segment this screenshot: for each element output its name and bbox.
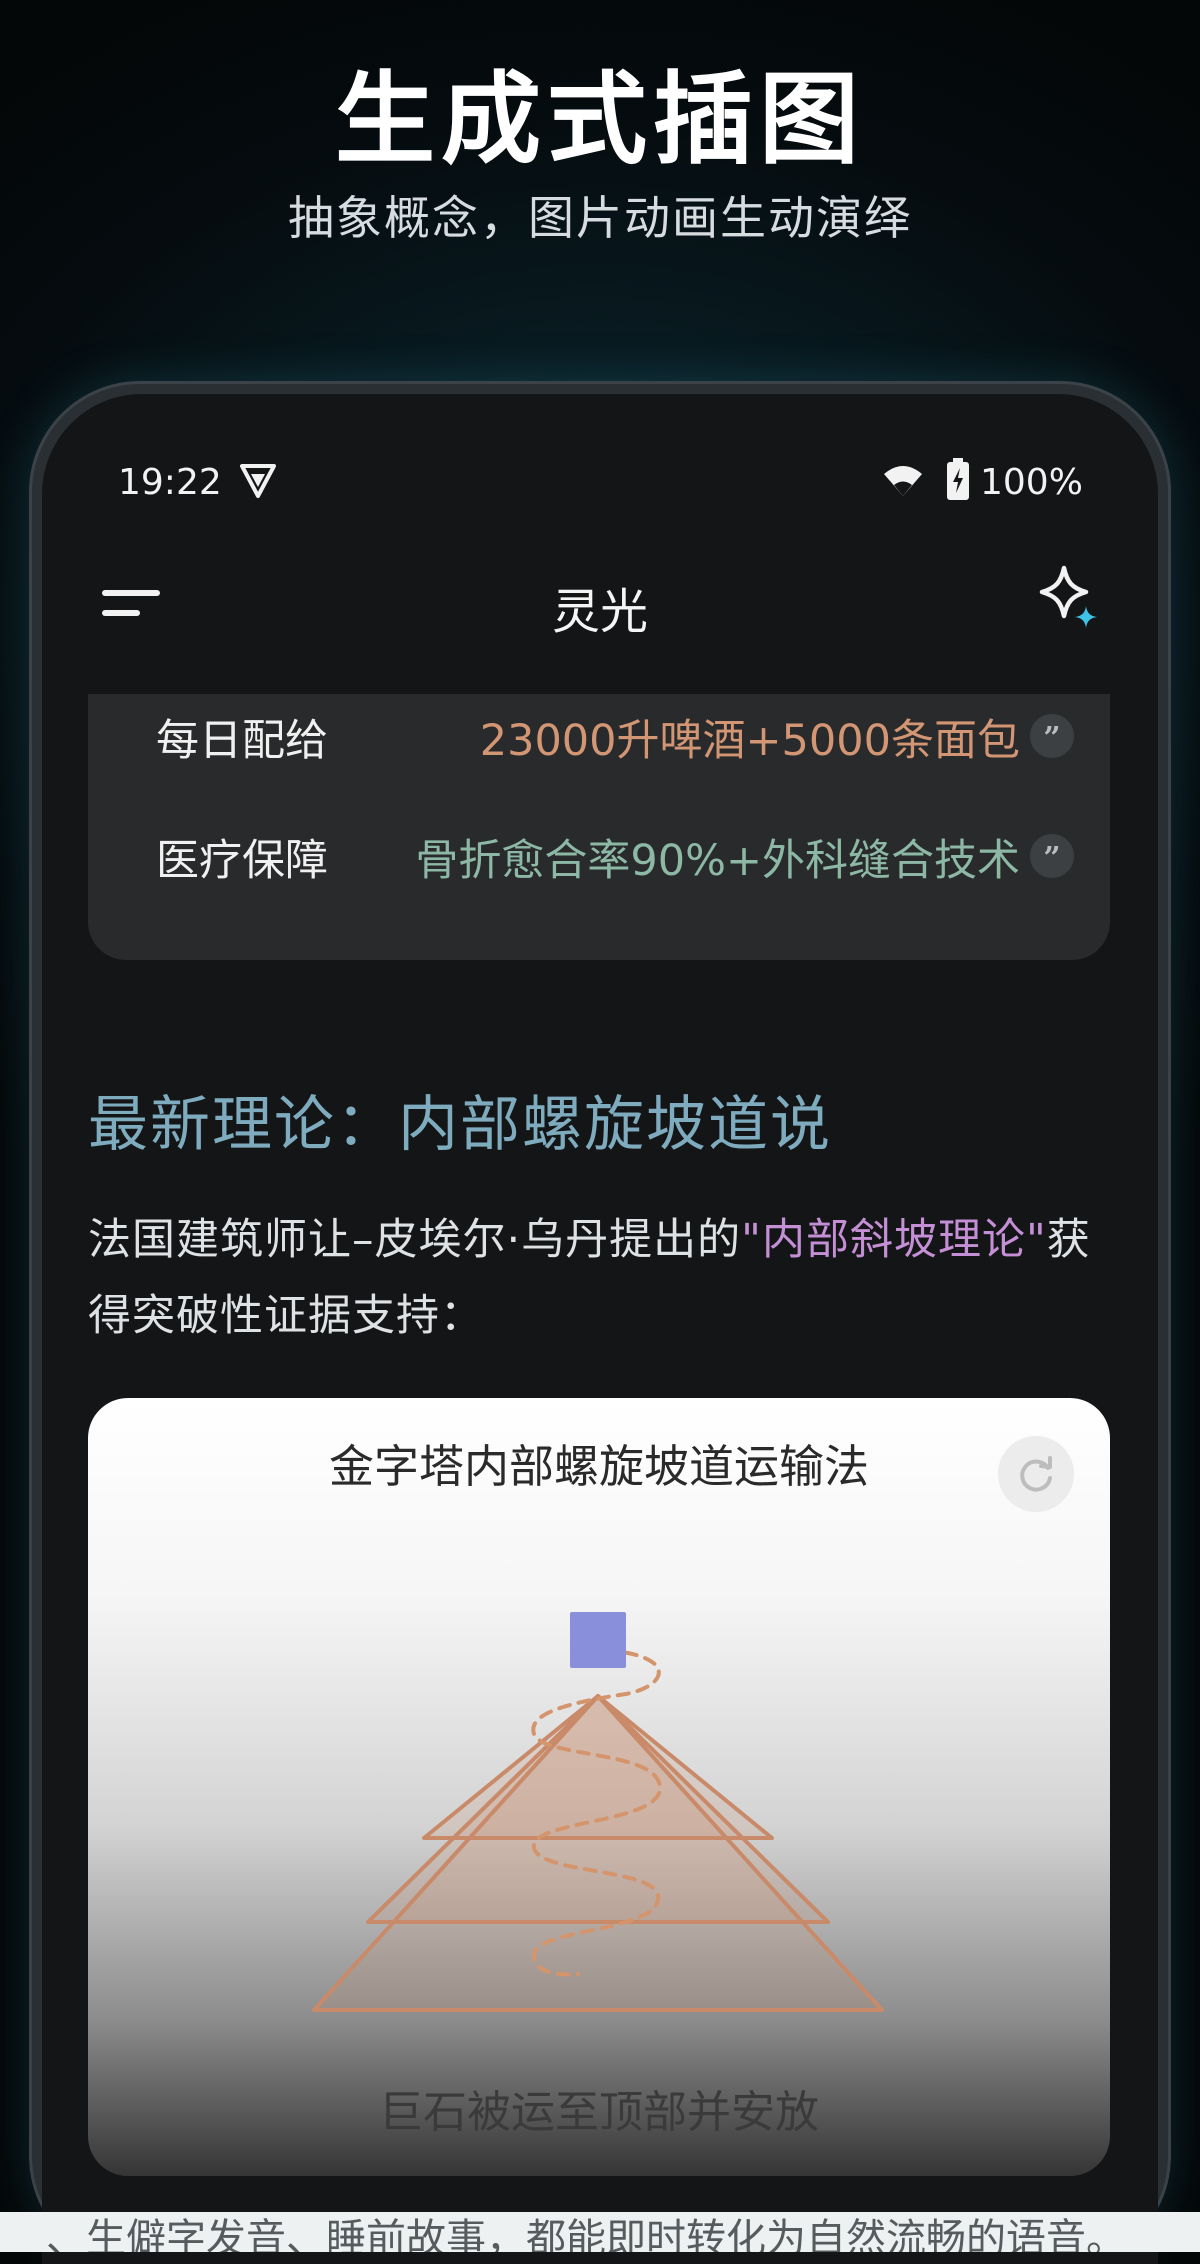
- paragraph-highlight[interactable]: "内部斜坡理论": [741, 1215, 1047, 1265]
- illustration-caption: 巨石被运至顶部并安放: [379, 2087, 819, 2138]
- section-heading: 最新理论：内部螺旋坡道说: [88, 1090, 832, 1160]
- info-label: 每日配给: [156, 716, 328, 766]
- quote-icon[interactable]: ”: [1030, 714, 1074, 758]
- illustration-card: 金字塔内部螺旋坡道运输法 巨石被运至顶部并安放: [88, 1398, 1110, 2176]
- hero-subtitle: 抽象概念，图片动画生动演绎: [288, 191, 912, 245]
- phone-screen: 19:22 100% 灵光 每日配给 23000升啤酒+5000条面包 ” 医疗…: [42, 394, 1158, 2264]
- quote-icon[interactable]: ”: [1030, 834, 1074, 878]
- hero-title: 生成式插图: [335, 61, 865, 178]
- battery-percentage: 100%: [980, 462, 1083, 503]
- info-card: 每日配给 23000升啤酒+5000条面包 ” 医疗保障 骨折愈合率90%+外科…: [88, 694, 1110, 960]
- pyramid-layer-top: [422, 1694, 774, 1840]
- battery-charging-icon: [947, 458, 969, 500]
- info-row: 医疗保障 骨折愈合率90%+外科缝合技术 ”: [88, 816, 1110, 896]
- vpn-shield-icon: [240, 464, 276, 498]
- pyramid-illustration: [312, 1612, 884, 2012]
- paragraph-text: 法国建筑师让–皮埃尔·乌丹提出的: [88, 1215, 742, 1265]
- phone-frame: 19:22 100% 灵光 每日配给 23000升啤酒+5000条面包 ” 医疗…: [32, 384, 1168, 2264]
- info-value: 骨折愈合率90%+外科缝合技术: [415, 836, 1020, 886]
- status-time: 19:22: [118, 462, 222, 503]
- section-paragraph: 法国建筑师让–皮埃尔·乌丹提出的"内部斜坡理论"获得突破性证据支持：: [88, 1202, 1118, 1354]
- info-label: 医疗保障: [156, 836, 328, 886]
- info-row: 每日配给 23000升啤酒+5000条面包 ”: [88, 696, 1110, 776]
- bottom-caption-bar: 、生僻字发音、睡前故事，都能即时转化为自然流畅的语音。: [0, 2212, 1200, 2252]
- app-title: 灵光: [551, 584, 648, 640]
- sparkle-icon[interactable]: [1036, 564, 1102, 634]
- stone-block: [570, 1612, 626, 1668]
- info-value: 23000升啤酒+5000条面包: [479, 716, 1020, 766]
- wifi-icon: [884, 466, 922, 496]
- bottom-caption-text: 、生僻字发音、睡前故事，都能即时转化为自然流畅的语音。: [46, 2216, 1126, 2252]
